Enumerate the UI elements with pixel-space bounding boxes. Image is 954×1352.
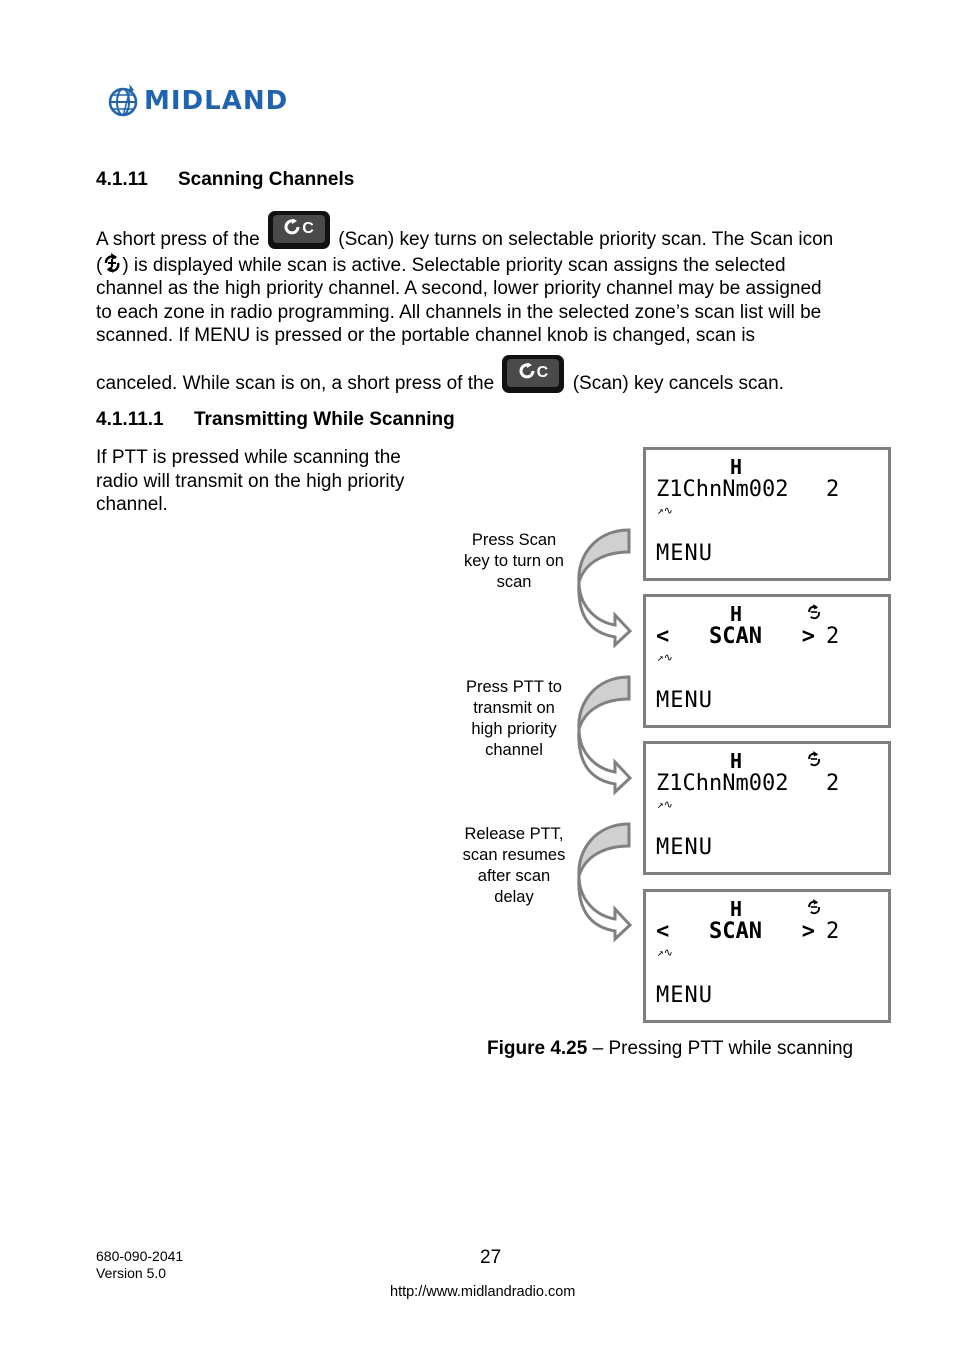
paragraph-line: to each zone in radio programming. All c… <box>96 301 822 323</box>
footer-doc-info: 680-090-2041 Version 5.0 <box>96 1248 183 1282</box>
text-fragment: (Scan) key cancels scan. <box>572 373 784 394</box>
channel-number: 2 <box>826 771 840 796</box>
text-fragment: ) is displayed while scan is active. Sel… <box>122 254 786 276</box>
text-fragment: A short press of the <box>96 229 260 250</box>
curved-arrow-icon <box>577 675 633 796</box>
status-icons: ↗∿ <box>657 946 673 959</box>
figure-caption: Figure 4.25 – Pressing PTT while scannin… <box>487 1038 853 1060</box>
scan-label: < SCAN > <box>656 624 815 649</box>
menu-softkey: MENU <box>656 983 713 1008</box>
channel-name: Z1ChnNm002 <box>656 477 789 502</box>
doc-number: 680-090-2041 <box>96 1248 184 1264</box>
globe-logo-icon <box>108 84 138 117</box>
channel-name: Z1ChnNm002 <box>656 771 789 796</box>
text-fragment: (Scan) key turns on selectable priority … <box>338 229 834 250</box>
power-indicator: H <box>730 897 743 921</box>
figure-number: Figure 4.25 <box>487 1038 588 1059</box>
power-indicator: H <box>730 455 743 479</box>
rotate-arrow-icon <box>284 218 300 235</box>
section-title: Scanning Channels <box>178 169 355 190</box>
step-label: Press PTT to transmit on high priority c… <box>466 678 562 759</box>
channel-number: 2 <box>826 477 840 502</box>
text-fragment: canceled. While scan is on, a short pres… <box>96 373 495 394</box>
step-label: Press Scan key to turn on scan <box>464 531 564 591</box>
paragraph-line: ( ) is displayed while scan is active. S… <box>96 252 896 278</box>
channel-number: 2 <box>826 919 840 944</box>
scan-key-label: C <box>272 215 325 243</box>
curved-arrow-icon <box>577 822 633 943</box>
power-indicator: H <box>730 749 743 773</box>
status-icons: ↗∿ <box>657 798 673 811</box>
figure-title: – Pressing PTT while scanning <box>587 1038 854 1059</box>
subsection-heading: 4.1.11.1 Transmitting While Scanning <box>96 409 455 431</box>
menu-softkey: MENU <box>656 688 713 713</box>
scan-status-icon <box>808 899 821 915</box>
scan-status-icon <box>808 751 821 767</box>
logo-wordmark: MIDLAND <box>144 86 289 116</box>
status-icons: ↗∿ <box>657 504 673 517</box>
lcd-screen-4: H < SCAN > 2 ↗∿ MENU <box>643 889 891 1023</box>
page-number: 27 <box>480 1247 502 1268</box>
lcd-screen-3: H Z1ChnNm002 2 ↗∿ MENU <box>643 741 891 875</box>
section-heading: 4.1.11 Scanning Channels <box>96 169 354 191</box>
subsection-title: Transmitting While Scanning <box>194 409 455 430</box>
scan-key-icon: C <box>267 211 330 249</box>
footer-url-link[interactable]: http://www.midlandradio.com <box>390 1284 575 1300</box>
scan-description-paragraph: A short press of the C (Scan) key turns … <box>96 211 896 348</box>
menu-softkey: MENU <box>656 541 713 566</box>
step-label: Release PTT, scan resumes after scan del… <box>462 825 566 906</box>
doc-version: Version 5.0 <box>96 1265 167 1281</box>
paragraph-line: scanned. If MENU is pressed or the porta… <box>96 325 756 347</box>
power-indicator: H <box>730 602 743 626</box>
rotate-arrow-icon <box>519 362 535 379</box>
scan-status-icon <box>808 604 821 620</box>
lcd-screen-1: H Z1ChnNm002 2 ↗∿ MENU <box>643 447 891 581</box>
scan-label: < SCAN > <box>656 919 815 944</box>
scan-key-label: C <box>507 359 560 387</box>
menu-softkey: MENU <box>656 835 713 860</box>
midland-logo: MIDLAND <box>107 80 302 122</box>
curved-arrow-icon <box>577 528 633 649</box>
scan-key-icon: C <box>502 355 565 393</box>
status-icons: ↗∿ <box>657 651 673 664</box>
scan-status-icon <box>105 252 120 273</box>
paragraph-line: channel as the high priority channel. A … <box>96 278 822 300</box>
subsection-number: 4.1.11.1 <box>96 409 164 430</box>
lcd-screen-2: H < SCAN > 2 ↗∿ MENU <box>643 594 891 728</box>
channel-number: 2 <box>826 624 840 649</box>
paragraph-line: A short press of the C (Scan) key turns … <box>96 211 896 252</box>
ptt-description-paragraph: If PTT is pressed while scanning the rad… <box>96 447 405 516</box>
paragraph-line: canceled. While scan is on, a short pres… <box>96 355 784 396</box>
section-number: 4.1.11 <box>96 169 148 190</box>
